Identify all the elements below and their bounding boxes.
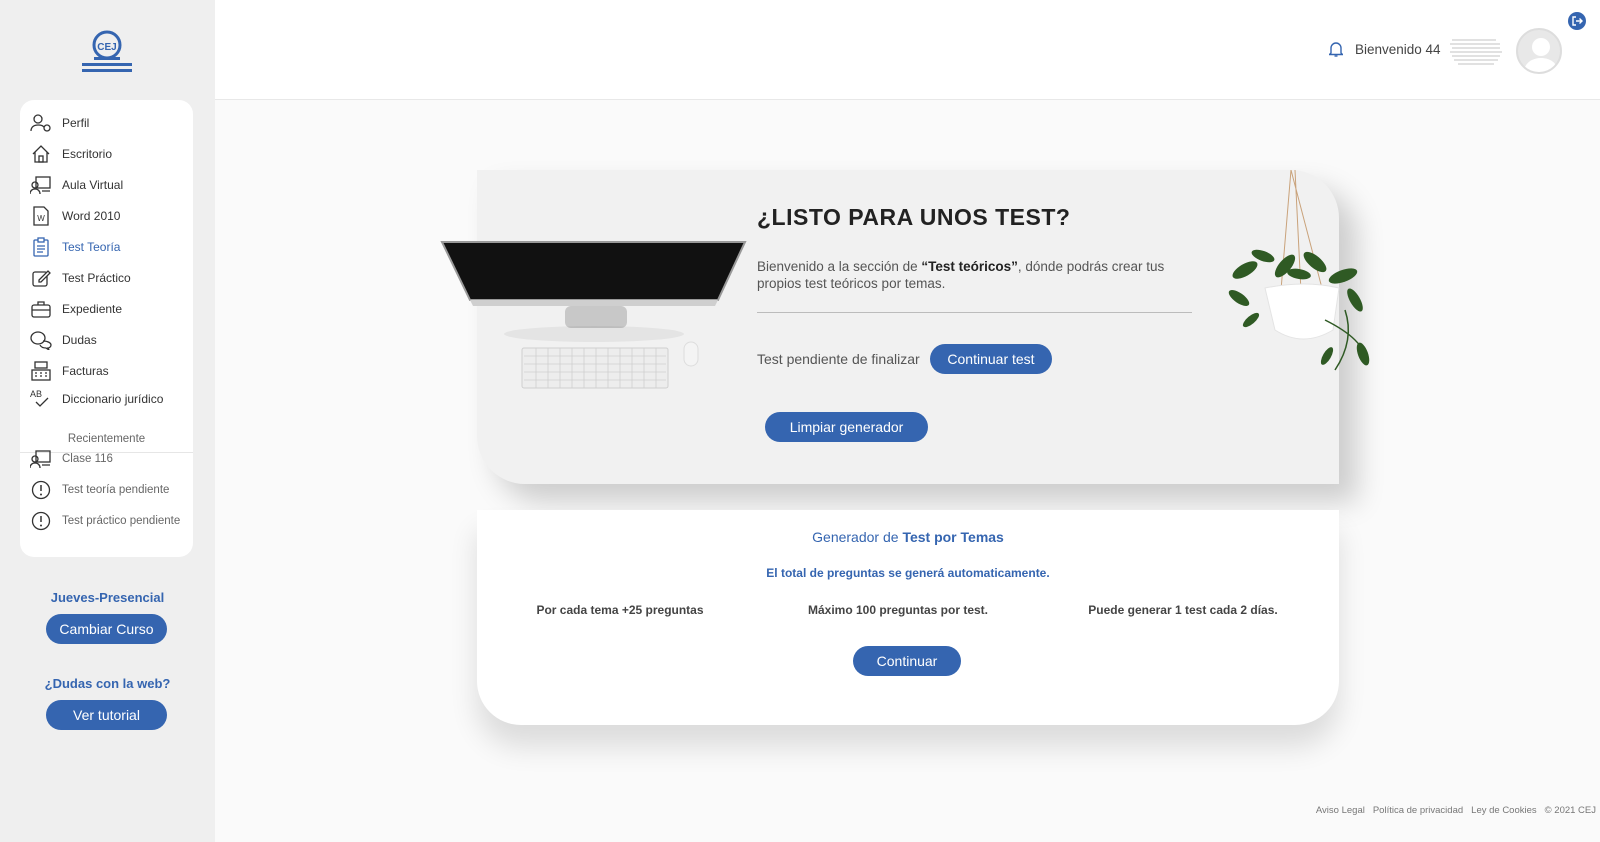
footer-link-cookies[interactable]: Ley de Cookies bbox=[1471, 805, 1536, 816]
sidebar-item-aula-virtual[interactable]: Aula Virtual bbox=[30, 172, 123, 198]
computer-illustration bbox=[440, 241, 747, 389]
main-menu: Perfil Escritorio Aula Virtual W Word 20… bbox=[20, 100, 193, 557]
sidebar-item-label: Perfil bbox=[62, 116, 90, 130]
briefcase-icon bbox=[30, 298, 52, 320]
sidebar-item-label: Test Práctico bbox=[62, 271, 131, 285]
sidebar-item-escritorio[interactable]: Escritorio bbox=[30, 141, 112, 167]
generator-note: Puede generar 1 test cada 2 días. bbox=[1088, 603, 1278, 617]
edit-icon bbox=[30, 267, 52, 289]
recent-item-test-teoria[interactable]: Test teoría pendiente bbox=[30, 477, 169, 503]
sidebar-item-label: Facturas bbox=[62, 364, 109, 378]
sidebar-item-label: Aula Virtual bbox=[62, 178, 124, 192]
sidebar-item-label: Test Teoría bbox=[62, 240, 121, 254]
sidebar-item-expediente[interactable]: Expediente bbox=[30, 296, 122, 322]
recent-item-test-practico[interactable]: Test práctico pendiente bbox=[30, 508, 180, 534]
user-gear-icon bbox=[30, 112, 52, 134]
logout-icon[interactable] bbox=[1568, 12, 1586, 30]
course-label: Jueves-Presencial bbox=[50, 590, 165, 605]
sidebar-item-diccionario[interactable]: AB Diccionario jurídico bbox=[30, 386, 163, 412]
footer: Aviso Legal Política de privacidad Ley d… bbox=[1316, 805, 1596, 816]
hanging-plant-illustration bbox=[1228, 170, 1370, 371]
hero-intro-prefix: Bienvenido a la sección de bbox=[757, 259, 922, 274]
welcome-text: Bienvenido 44 bbox=[1355, 42, 1441, 57]
alert-circle-icon bbox=[30, 479, 52, 501]
clipboard-icon bbox=[30, 236, 52, 258]
pending-label: Test pendiente de finalizar bbox=[757, 351, 920, 367]
cej-logo[interactable]: CEJ bbox=[78, 28, 136, 74]
footer-link-legal[interactable]: Aviso Legal bbox=[1316, 805, 1365, 816]
sidebar-item-perfil[interactable]: Perfil bbox=[30, 110, 89, 136]
clear-generator-button[interactable]: Limpiar generador bbox=[765, 412, 928, 442]
obscured-username bbox=[1450, 39, 1502, 65]
classroom-icon bbox=[30, 174, 52, 196]
sidebar-item-label: Dudas bbox=[62, 333, 97, 347]
svg-text:W: W bbox=[37, 214, 45, 223]
continue-button[interactable]: Continuar bbox=[853, 646, 961, 676]
home-icon bbox=[30, 143, 52, 165]
chat-bubbles-icon bbox=[30, 329, 52, 351]
spellcheck-icon: AB bbox=[30, 388, 52, 410]
continue-test-button[interactable]: Continuar test bbox=[930, 344, 1052, 374]
recent-title: Recientemente bbox=[67, 433, 146, 445]
sidebar-item-facturas[interactable]: Facturas bbox=[30, 358, 109, 384]
classroom-icon bbox=[30, 448, 52, 470]
sidebar-item-word[interactable]: W Word 2010 bbox=[30, 203, 120, 229]
change-course-button[interactable]: Cambiar Curso bbox=[46, 614, 167, 644]
sidebar-item-label: Escritorio bbox=[62, 147, 113, 161]
generator-note: Por cada tema +25 preguntas bbox=[536, 603, 704, 617]
recent-item-clase[interactable]: Clase 116 bbox=[30, 446, 113, 472]
svg-text:CEJ: CEJ bbox=[97, 42, 116, 53]
generator-title-bold: Test por Temas bbox=[902, 529, 1004, 545]
hero-title: ¿LISTO PARA UNOS TEST? bbox=[757, 204, 1071, 230]
recent-item-label: Test teoría pendiente bbox=[62, 484, 170, 496]
generator-title: Generador de Test por Temas bbox=[477, 529, 1339, 545]
generator-subtitle: El total de preguntas se generá automati… bbox=[766, 566, 1050, 580]
footer-link-privacy[interactable]: Política de privacidad bbox=[1373, 805, 1463, 816]
bell-icon[interactable] bbox=[1329, 41, 1343, 57]
sidebar-item-label: Word 2010 bbox=[62, 209, 121, 223]
sidebar-item-test-practico[interactable]: Test Práctico bbox=[30, 265, 131, 291]
sidebar-item-test-teoria[interactable]: Test Teoría bbox=[30, 234, 120, 260]
avatar[interactable] bbox=[1516, 28, 1562, 74]
word-document-icon: W bbox=[30, 205, 52, 227]
hero-divider bbox=[757, 312, 1192, 313]
footer-copyright: © 2021 CEJ bbox=[1544, 805, 1596, 816]
generator-title-prefix: Generador de bbox=[812, 529, 903, 545]
sidebar: CEJ Perfil Escritorio Aula Virtual W Wor… bbox=[0, 0, 215, 842]
generator-note: Máximo 100 preguntas por test. bbox=[807, 603, 989, 617]
hero-intro: Bienvenido a la sección de “Test teórico… bbox=[757, 258, 1197, 292]
sidebar-item-label: Expediente bbox=[62, 302, 123, 316]
recent-item-label: Clase 116 bbox=[62, 453, 113, 465]
alert-circle-icon bbox=[30, 510, 52, 532]
register-icon bbox=[30, 360, 52, 382]
sidebar-item-dudas[interactable]: Dudas bbox=[30, 327, 97, 353]
svg-text:AB: AB bbox=[30, 389, 42, 399]
hero-intro-bold: “Test teóricos” bbox=[921, 259, 1018, 274]
tutorial-button[interactable]: Ver tutorial bbox=[46, 700, 167, 730]
recent-item-label: Test práctico pendiente bbox=[62, 515, 181, 527]
sidebar-item-label: Diccionario jurídico bbox=[62, 392, 164, 406]
help-label: ¿Dudas con la web? bbox=[44, 676, 171, 691]
